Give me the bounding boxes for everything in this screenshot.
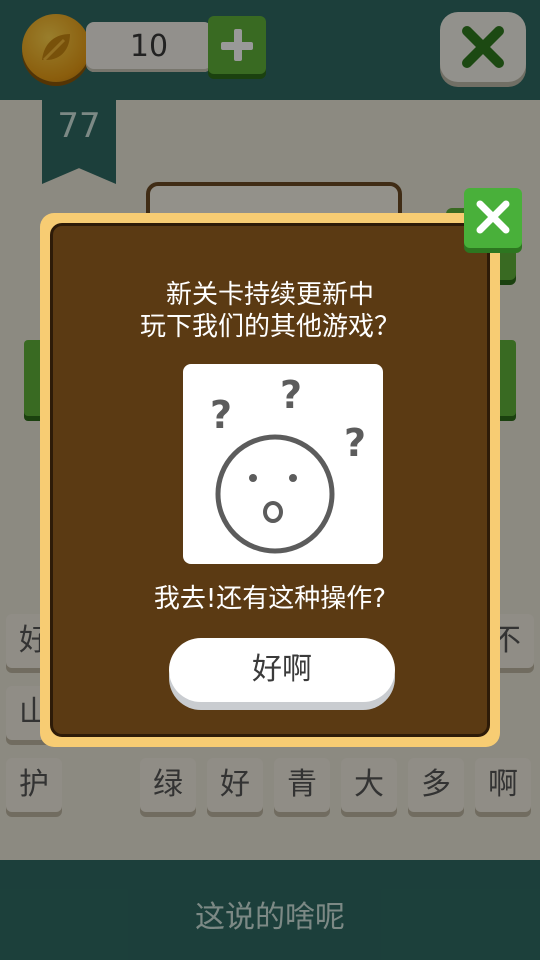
new-levels-dialog: 新关卡持续更新中 玩下我们的其他游戏？ ? ? ? 我去!还有这种操作? 好啊 [40, 213, 500, 747]
dialog-close-button[interactable] [464, 188, 522, 248]
dialog-panel: 新关卡持续更新中 玩下我们的其他游戏？ ? ? ? 我去!还有这种操作? 好啊 [50, 223, 490, 737]
ok-button[interactable]: 好啊 [169, 638, 395, 702]
dialog-message-line2: 玩下我们的其他游戏？ [139, 312, 400, 342]
svg-text:?: ? [280, 373, 302, 417]
close-icon [476, 200, 510, 234]
confused-face-icon: ? ? ? [183, 364, 383, 564]
svg-text:?: ? [344, 421, 366, 465]
dialog-caption: 我去!还有这种操作? [153, 584, 387, 614]
svg-text:?: ? [210, 393, 232, 437]
